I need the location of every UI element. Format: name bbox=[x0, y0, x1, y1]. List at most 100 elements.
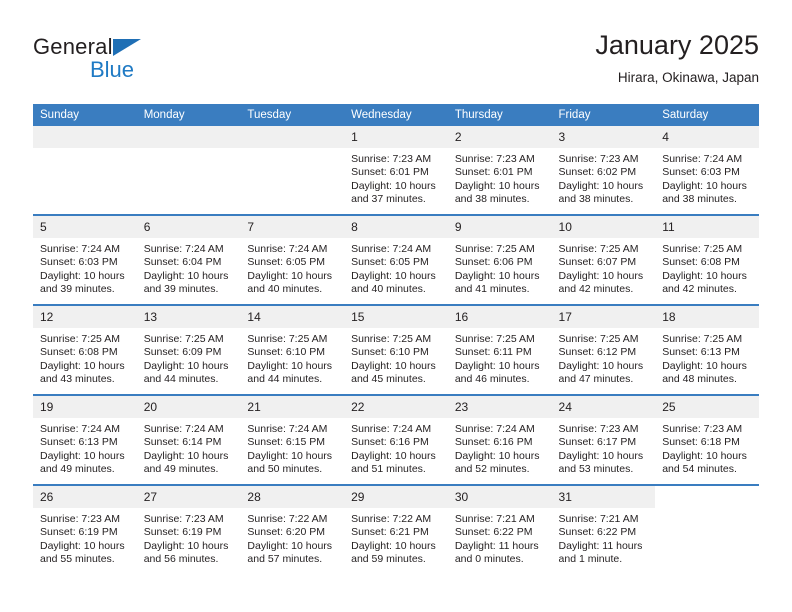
calendar-day-cell[interactable]: 28 Sunrise: 7:22 AM Sunset: 6:20 PM Dayligh… bbox=[240, 484, 345, 574]
day-details: Sunrise: 7:25 AM Sunset: 6:09 PM Daylight:… bbox=[137, 328, 241, 387]
daylight-duration-line1: Daylight: 10 hours bbox=[40, 449, 125, 462]
calendar-day-cell[interactable]: 10 Sunrise: 7:25 AM Sunset: 6:07 PM Dayligh… bbox=[551, 214, 656, 305]
calendar-day-cell[interactable]: 9 Sunrise: 7:25 AM Sunset: 6:06 PM Daylight… bbox=[447, 214, 552, 305]
day-number: 2 bbox=[447, 126, 552, 148]
daylight-duration-line2: and 53 minutes. bbox=[558, 463, 634, 476]
calendar-day-cell[interactable]: 8 Sunrise: 7:24 AM Sunset: 6:05 PM Daylight… bbox=[344, 214, 448, 305]
day-number bbox=[136, 126, 241, 148]
daylight-duration-line1: Daylight: 10 hours bbox=[40, 269, 125, 282]
day-details: Sunrise: 7:25 AM Sunset: 6:12 PM Daylight:… bbox=[552, 328, 656, 387]
daylight-duration-line2: and 44 minutes. bbox=[143, 373, 219, 386]
daylight-duration-line1: Daylight: 10 hours bbox=[558, 179, 644, 192]
calendar-day-cell[interactable]: 7 Sunrise: 7:24 AM Sunset: 6:05 PM Daylight… bbox=[240, 214, 345, 305]
day-details: Sunrise: 7:24 AM Sunset: 6:05 PM Daylight:… bbox=[240, 238, 344, 297]
day-details: Sunrise: 7:23 AM Sunset: 6:02 PM Daylight:… bbox=[552, 148, 656, 207]
calendar-day-cell[interactable]: 4 Sunrise: 7:24 AM Sunset: 6:03 PM Daylight… bbox=[655, 126, 759, 215]
calendar-day-cell[interactable] bbox=[136, 126, 241, 215]
calendar-day-cell[interactable]: 23 Sunrise: 7:24 AM Sunset: 6:16 PM Dayligh… bbox=[447, 394, 552, 485]
sunrise-time: Sunrise: 7:25 AM bbox=[40, 333, 120, 345]
calendar-day-cell[interactable]: 22 Sunrise: 7:24 AM Sunset: 6:16 PM Dayligh… bbox=[344, 394, 448, 485]
sunrise-time: Sunrise: 7:24 AM bbox=[662, 153, 743, 165]
calendar-day-cell[interactable]: 30 Sunrise: 7:21 AM Sunset: 6:22 PM Dayligh… bbox=[447, 484, 552, 574]
weekday-header-sunday: Sunday bbox=[33, 104, 137, 126]
sunrise-time: Sunrise: 7:23 AM bbox=[558, 423, 639, 435]
weekday-header-thursday: Thursday bbox=[447, 104, 552, 126]
daylight-duration-line2: and 54 minutes. bbox=[662, 463, 737, 476]
daylight-duration-line1: Daylight: 11 hours bbox=[558, 539, 643, 552]
weekday-header-friday: Friday bbox=[551, 104, 656, 126]
calendar-day-cell[interactable]: 18 Sunrise: 7:25 AM Sunset: 6:13 PM Dayligh… bbox=[655, 304, 759, 395]
sunset-time: Sunset: 6:04 PM bbox=[143, 256, 222, 269]
sunrise-time: Sunrise: 7:25 AM bbox=[454, 243, 535, 255]
day-details: Sunrise: 7:24 AM Sunset: 6:16 PM Daylight:… bbox=[344, 418, 448, 477]
day-details bbox=[655, 508, 759, 513]
calendar-day-cell[interactable]: 11 Sunrise: 7:25 AM Sunset: 6:08 PM Dayligh… bbox=[655, 214, 759, 305]
day-number: 6 bbox=[136, 216, 241, 238]
sunset-time: Sunset: 6:06 PM bbox=[454, 256, 533, 269]
sunset-time: Sunset: 6:22 PM bbox=[454, 526, 533, 539]
sunset-time: Sunset: 6:09 PM bbox=[143, 346, 222, 359]
sunset-time: Sunset: 6:12 PM bbox=[558, 346, 637, 359]
calendar-day-cell[interactable]: 31 Sunrise: 7:21 AM Sunset: 6:22 PM Dayligh… bbox=[551, 484, 656, 574]
brand-logo[interactable]: General Blue bbox=[33, 34, 233, 90]
sunset-time: Sunset: 6:15 PM bbox=[247, 436, 326, 449]
daylight-duration-line1: Daylight: 10 hours bbox=[247, 449, 333, 462]
day-details: Sunrise: 7:24 AM Sunset: 6:16 PM Daylight:… bbox=[448, 418, 552, 477]
daylight-duration-line2: and 52 minutes. bbox=[454, 463, 530, 476]
day-number: 26 bbox=[33, 486, 137, 508]
calendar-day-cell[interactable]: 29 Sunrise: 7:22 AM Sunset: 6:21 PM Dayligh… bbox=[344, 484, 448, 574]
sunrise-time: Sunrise: 7:23 AM bbox=[558, 153, 639, 165]
sunrise-time: Sunrise: 7:24 AM bbox=[40, 243, 120, 255]
calendar-day-cell[interactable] bbox=[240, 126, 345, 215]
calendar-day-cell[interactable]: 19 Sunrise: 7:24 AM Sunset: 6:13 PM Dayligh… bbox=[33, 394, 137, 485]
day-number: 3 bbox=[551, 126, 656, 148]
calendar-day-cell[interactable]: 5 Sunrise: 7:24 AM Sunset: 6:03 PM Daylight… bbox=[33, 214, 137, 305]
calendar-day-cell[interactable]: 1 Sunrise: 7:23 AM Sunset: 6:01 PM Daylight… bbox=[344, 126, 448, 215]
calendar-day-cell[interactable]: 14 Sunrise: 7:25 AM Sunset: 6:10 PM Dayligh… bbox=[240, 304, 345, 395]
calendar-day-cell[interactable]: 27 Sunrise: 7:23 AM Sunset: 6:19 PM Dayligh… bbox=[136, 484, 241, 574]
day-number bbox=[33, 126, 137, 148]
sunset-time: Sunset: 6:19 PM bbox=[40, 526, 118, 539]
day-details: Sunrise: 7:21 AM Sunset: 6:22 PM Daylight:… bbox=[552, 508, 656, 567]
sunrise-time: Sunrise: 7:24 AM bbox=[143, 423, 224, 435]
calendar-week-row: 5 Sunrise: 7:24 AM Sunset: 6:03 PM Daylight… bbox=[33, 214, 759, 305]
day-number: 9 bbox=[447, 216, 552, 238]
calendar-day-cell[interactable]: 12 Sunrise: 7:25 AM Sunset: 6:08 PM Dayligh… bbox=[33, 304, 137, 395]
calendar-day-cell[interactable]: 17 Sunrise: 7:25 AM Sunset: 6:12 PM Dayligh… bbox=[551, 304, 656, 395]
daylight-duration-line1: Daylight: 10 hours bbox=[247, 359, 333, 372]
sunset-time: Sunset: 6:02 PM bbox=[558, 166, 637, 179]
calendar-day-cell[interactable]: 20 Sunrise: 7:24 AM Sunset: 6:14 PM Dayligh… bbox=[136, 394, 241, 485]
calendar-day-cell[interactable]: 2 Sunrise: 7:23 AM Sunset: 6:01 PM Daylight… bbox=[447, 126, 552, 215]
sunrise-time: Sunrise: 7:25 AM bbox=[558, 333, 639, 345]
day-details: Sunrise: 7:25 AM Sunset: 6:07 PM Daylight:… bbox=[552, 238, 656, 297]
sunset-time: Sunset: 6:17 PM bbox=[558, 436, 637, 449]
day-number: 13 bbox=[136, 306, 241, 328]
calendar-day-cell[interactable]: 6 Sunrise: 7:24 AM Sunset: 6:04 PM Daylight… bbox=[136, 214, 241, 305]
daylight-duration-line2: and 39 minutes. bbox=[143, 283, 219, 296]
calendar-day-cell[interactable]: 26 Sunrise: 7:23 AM Sunset: 6:19 PM Dayligh… bbox=[33, 484, 137, 574]
sunset-time: Sunset: 6:22 PM bbox=[558, 526, 637, 539]
sunset-time: Sunset: 6:03 PM bbox=[40, 256, 118, 269]
daylight-duration-line2: and 42 minutes. bbox=[662, 283, 737, 296]
sunrise-time: Sunrise: 7:25 AM bbox=[662, 243, 743, 255]
calendar-day-cell[interactable]: 13 Sunrise: 7:25 AM Sunset: 6:09 PM Dayligh… bbox=[136, 304, 241, 395]
sunset-time: Sunset: 6:08 PM bbox=[662, 256, 740, 269]
day-number: 29 bbox=[344, 486, 448, 508]
calendar-day-cell[interactable] bbox=[33, 126, 137, 215]
calendar-day-cell[interactable]: 25 Sunrise: 7:23 AM Sunset: 6:18 PM Dayligh… bbox=[655, 394, 759, 485]
sunset-time: Sunset: 6:11 PM bbox=[454, 346, 532, 359]
daylight-duration-line2: and 40 minutes. bbox=[351, 283, 426, 296]
calendar-day-cell[interactable]: 15 Sunrise: 7:25 AM Sunset: 6:10 PM Dayligh… bbox=[344, 304, 448, 395]
sunrise-time: Sunrise: 7:21 AM bbox=[558, 513, 639, 525]
calendar-day-cell[interactable]: 24 Sunrise: 7:23 AM Sunset: 6:17 PM Dayligh… bbox=[551, 394, 656, 485]
sunrise-time: Sunrise: 7:23 AM bbox=[40, 513, 120, 525]
sunset-time: Sunset: 6:18 PM bbox=[662, 436, 740, 449]
daylight-duration-line2: and 38 minutes. bbox=[662, 193, 737, 206]
calendar-day-cell[interactable]: 3 Sunrise: 7:23 AM Sunset: 6:02 PM Daylight… bbox=[551, 126, 656, 215]
day-details: Sunrise: 7:24 AM Sunset: 6:13 PM Daylight:… bbox=[33, 418, 137, 477]
calendar-day-cell[interactable] bbox=[655, 484, 759, 574]
calendar-day-cell[interactable]: 16 Sunrise: 7:25 AM Sunset: 6:11 PM Dayligh… bbox=[447, 304, 552, 395]
calendar-day-cell[interactable]: 21 Sunrise: 7:24 AM Sunset: 6:15 PM Dayligh… bbox=[240, 394, 345, 485]
daylight-duration-line2: and 44 minutes. bbox=[247, 373, 323, 386]
day-number: 24 bbox=[551, 396, 656, 418]
